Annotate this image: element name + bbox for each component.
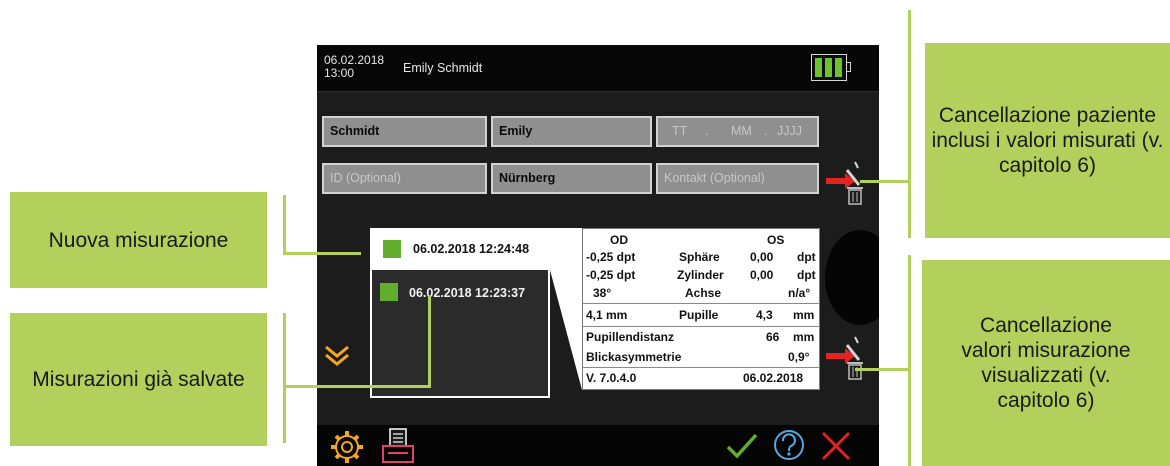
measurement-marker (380, 283, 398, 301)
help-icon[interactable] (772, 428, 806, 462)
bottom-toolbar (317, 425, 879, 466)
pd-unit: mm (793, 330, 815, 344)
birthdate-year-placeholder: JJJJ (777, 124, 802, 138)
table-divider (583, 303, 819, 304)
callout-line (428, 296, 431, 388)
battery-tip (847, 62, 851, 72)
callout-delete-patient: Cancellazione paziente inclusi i valori … (925, 43, 1170, 238)
close-icon[interactable] (820, 430, 852, 462)
value-os-unit: n/a° (788, 286, 811, 300)
contact-field[interactable]: Kontakt (Optional) (656, 163, 819, 194)
saved-measurements-list: 06.02.2018 12:23:37 (370, 270, 550, 398)
os-header: OS (767, 233, 785, 247)
callout-line (283, 195, 286, 255)
measurement-date: 06.02.2018 (743, 371, 804, 385)
patient-name: Emily Schmidt (403, 61, 483, 75)
id-field[interactable]: ID (Optional) (322, 163, 487, 194)
gear-icon[interactable] (329, 429, 365, 465)
status-time: 13:00 (324, 66, 355, 80)
birthdate-month-placeholder: MM (731, 124, 752, 138)
table-divider (583, 367, 819, 368)
device-screen: 06.02.2018 13:00 Emily Schmidt Schmidt E… (317, 45, 879, 466)
value-od: -0,25 dpt (586, 268, 636, 282)
new-measurement-timestamp: 06.02.2018 12:24:48 (413, 242, 530, 256)
value-od: 4,1 mm (586, 308, 628, 322)
value-os-unit: dpt (797, 268, 816, 282)
callout-line (860, 180, 911, 183)
screen-shadow (825, 230, 879, 325)
callout-new-measurement: Nuova misurazione (10, 192, 267, 288)
first-name-field[interactable]: Emily (491, 116, 652, 147)
value-od: -0,25 dpt (586, 250, 636, 264)
birthdate-separator: . (764, 124, 768, 138)
birthdate-field[interactable]: TT . MM . JJJJ (656, 116, 819, 147)
checkmark-icon[interactable] (725, 431, 759, 461)
saved-measurement-timestamp: 06.02.2018 12:23:37 (409, 286, 526, 300)
callout-line (283, 252, 361, 255)
callout-delete-values: Cancellazione valori misurazione visuali… (922, 260, 1170, 466)
delete-patient-trash-icon[interactable] (825, 160, 865, 206)
birthdate-day-placeholder: TT (672, 124, 688, 138)
birthdate-separator: . (705, 124, 709, 138)
asymmetry-label: Blickasymmetrie (586, 350, 682, 364)
value-os-unit: mm (793, 308, 815, 322)
chevron-double-down-icon[interactable] (323, 343, 351, 369)
value-label: Zylinder (677, 268, 724, 282)
city-field[interactable]: Nürnberg (491, 163, 652, 194)
value-label: Pupille (679, 308, 719, 322)
callout-line (283, 313, 286, 443)
last-name-field[interactable]: Schmidt (322, 116, 487, 147)
callout-line (283, 385, 431, 388)
status-date: 06.02.2018 (324, 53, 385, 67)
value-label: Sphäre (679, 250, 720, 264)
value-label: Achse (685, 286, 722, 300)
od-header: OD (610, 233, 628, 247)
callout-saved-measurements: Misurazioni già salvate (10, 313, 267, 446)
saved-measurement-item[interactable]: 06.02.2018 12:23:37 (372, 270, 548, 314)
pd-value: 66 (766, 330, 780, 344)
battery-icon (811, 54, 847, 81)
delete-values-trash-icon[interactable] (825, 335, 865, 381)
callout-line (908, 255, 911, 466)
asymmetry-value: 0,9° (788, 350, 810, 364)
value-os: 4,3 (756, 308, 773, 322)
status-bar: 06.02.2018 13:00 Emily Schmidt (317, 45, 879, 92)
callout-line (855, 368, 911, 371)
measurement-values-table: OD OS -0,25 dpt Sphäre 0,00 dpt -0,25 dp… (582, 228, 820, 390)
measurement-marker (383, 240, 401, 258)
selection-connector (550, 228, 583, 390)
value-os: 0,00 (750, 268, 774, 282)
printer-icon[interactable] (380, 427, 416, 465)
value-od: 38° (593, 286, 612, 300)
table-divider (583, 326, 819, 327)
pd-label: Pupillendistanz (586, 330, 675, 344)
value-os: 0,00 (750, 250, 774, 264)
software-version: V. 7.0.4.0 (586, 371, 637, 385)
value-os-unit: dpt (797, 250, 816, 264)
callout-line (908, 10, 911, 238)
